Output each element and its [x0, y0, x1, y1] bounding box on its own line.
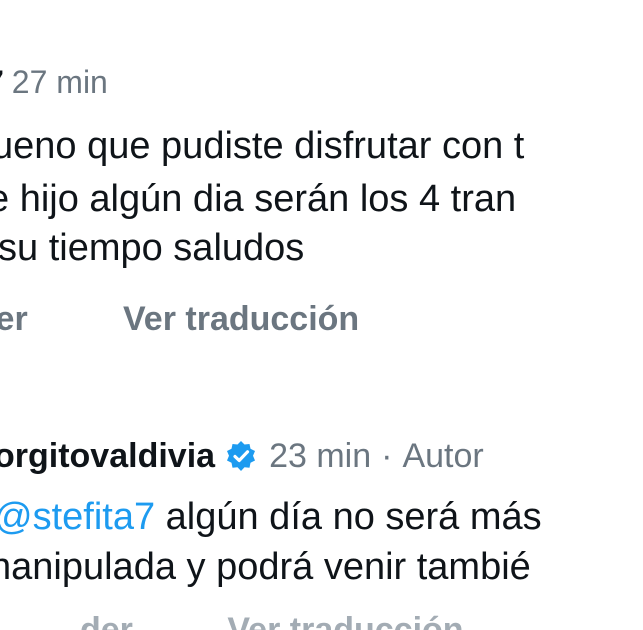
comment-1-reply-button[interactable]: nder — [0, 299, 28, 339]
verified-badge-icon — [225, 440, 257, 472]
comment-1-translate-button[interactable]: Ver traducción — [123, 299, 359, 339]
meta-separator: · — [381, 437, 393, 475]
comment-1-header: 727 min — [0, 62, 108, 102]
comment-1-username[interactable]: 7 — [0, 64, 4, 100]
mention-link[interactable]: @stefita7 — [0, 496, 155, 538]
comment-2-text-line-2: nanipulada y podrá venir tambié — [0, 546, 531, 588]
comment-2-header: orgitovaldivia 23 min · Autor — [0, 435, 484, 477]
comment-1-text-line-2: e hijo algún dia serán los 4 tran — [0, 178, 517, 220]
comment-1-text-line-1: ueno que pudiste disfrutar con t — [0, 125, 525, 167]
comment-2-text-line-1: @stefita7 algún día no será más — [0, 495, 542, 539]
comment-2-text-line-1-rest: algún día no será más — [155, 496, 542, 538]
comment-2-username[interactable]: orgitovaldivia — [0, 435, 215, 477]
comment-thread: 727 min ueno que pudiste disfrutar con t… — [0, 0, 643, 630]
comment-1-time: 27 min — [11, 64, 108, 100]
comment-2-time: 23 min — [269, 437, 372, 475]
comment-1-text-line-3: su tiempo saludos — [0, 227, 305, 269]
author-badge: Autor — [402, 437, 484, 475]
comment-2-actions-cut-off[interactable]: der Ver traducción — [80, 610, 464, 630]
